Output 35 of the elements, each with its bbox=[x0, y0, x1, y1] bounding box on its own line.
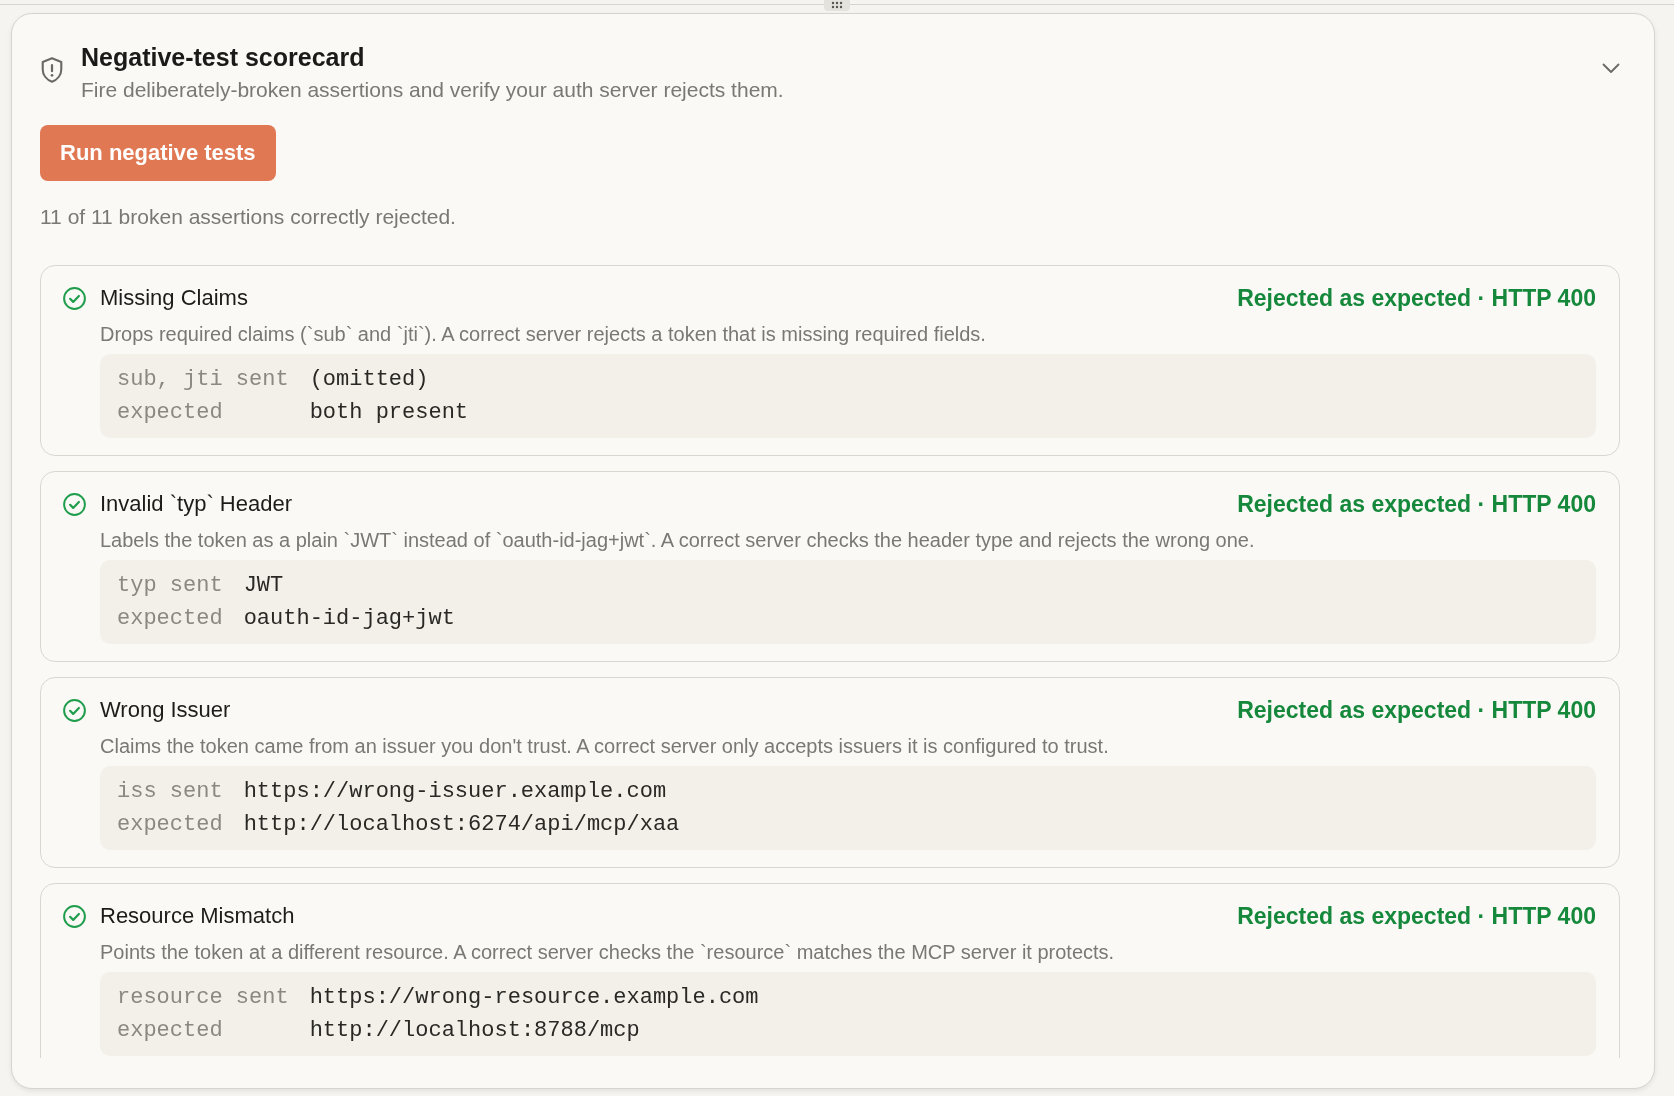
test-status: Rejected as expected · HTTP 400 bbox=[1237, 696, 1596, 725]
field-label: sub, jti sent bbox=[117, 366, 289, 394]
panel-subtitle: Fire deliberately-broken assertions and verify your auth server rejects them. bbox=[81, 77, 784, 103]
test-description: Claims the token came from an issuer you don't trust. A correct server only accepts issuers it is configured to trust. bbox=[100, 734, 1109, 759]
shield-alert-icon bbox=[40, 57, 64, 83]
run-button[interactable]: Run negative tests bbox=[40, 125, 276, 181]
test-title: Missing Claims bbox=[100, 284, 248, 312]
test-description: Labels the token as a plain `JWT` instead of `oauth-id-jag+jwt`. A correct server checks the header type and rejects the wrong one. bbox=[100, 528, 1255, 553]
test-title: Wrong Issuer bbox=[100, 696, 231, 724]
chevron-down-icon[interactable] bbox=[1602, 63, 1620, 74]
test-title: Invalid `typ` Header bbox=[100, 490, 292, 518]
field-value: JWT bbox=[243, 572, 284, 600]
grip-handle-icon[interactable] bbox=[824, 0, 850, 11]
field-value: https://wrong-resource.example.com bbox=[309, 984, 759, 1012]
test-title: Resource Mismatch bbox=[100, 902, 295, 930]
field-label: expected bbox=[117, 399, 224, 427]
field-value: http://localhost:6274/api/mcp/xaa bbox=[243, 811, 680, 839]
field-label: resource sent bbox=[117, 984, 289, 1012]
field-value: both present bbox=[309, 399, 469, 427]
field-value: https://wrong-issuer.example.com bbox=[243, 778, 667, 806]
field-value: http://localhost:8788/mcp bbox=[309, 1017, 640, 1045]
field-label: iss sent bbox=[117, 778, 223, 806]
field-label: expected bbox=[117, 605, 223, 633]
test-status: Rejected as expected · HTTP 400 bbox=[1237, 284, 1596, 313]
summary-text: 11 of 11 broken assertions correctly rejected. bbox=[40, 204, 456, 230]
field-label: expected bbox=[117, 1017, 224, 1045]
test-status: Rejected as expected · HTTP 400 bbox=[1237, 490, 1596, 519]
test-description: Points the token at a different resource. A correct server checks the `resource` matches the MCP server it protects. bbox=[100, 940, 1115, 965]
field-value: oauth-id-jag+jwt bbox=[243, 605, 455, 633]
field-label: typ sent bbox=[117, 572, 223, 600]
test-status: Rejected as expected · HTTP 400 bbox=[1237, 902, 1596, 931]
field-value: (omitted) bbox=[309, 366, 429, 394]
field-label: expected bbox=[117, 811, 223, 839]
test-description: Drops required claims (`sub` and `jti`). A correct server rejects a token that is missing required fields. bbox=[100, 322, 986, 347]
panel-title: Negative-test scorecard bbox=[81, 42, 365, 72]
